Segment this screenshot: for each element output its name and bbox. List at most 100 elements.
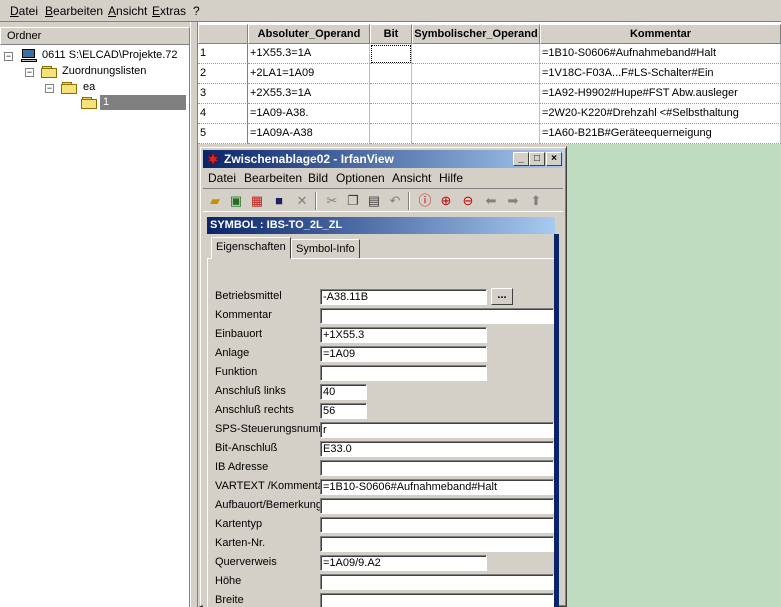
menu-help[interactable]: ? (193, 4, 200, 18)
save-icon[interactable]: ■ (270, 192, 288, 210)
irfanview-app-icon (206, 152, 220, 166)
undo-icon[interactable]: ↶ (386, 192, 404, 210)
cell-kommentar[interactable]: =1V18C-F03A...F#LS-Schalter#Ein (540, 64, 781, 84)
grid-icon[interactable]: ▦ (248, 192, 266, 210)
cell-absoluter-operand[interactable]: +2LA1=1A09 (248, 64, 370, 84)
field-bit-anschluss[interactable]: E33.0 (320, 441, 554, 457)
close-button[interactable]: × (546, 152, 562, 166)
panel-splitter[interactable] (190, 22, 198, 607)
tree-item-project[interactable]: − 0611 S:\ELCAD\Projekte.72 (0, 48, 190, 64)
back-icon[interactable]: ⬅ (482, 192, 500, 210)
cell-symbolischer-operand[interactable] (412, 64, 540, 84)
paste-icon[interactable]: ▤ (365, 192, 383, 210)
field-ib-adresse[interactable] (320, 460, 554, 476)
field-kommentar[interactable] (320, 308, 554, 324)
cell-bit[interactable] (370, 124, 412, 144)
iv-menu-ansicht[interactable]: Ansicht (392, 171, 431, 185)
cell-absoluter-operand[interactable]: =1A09A-A38 (248, 124, 370, 144)
field-breite[interactable] (320, 593, 554, 607)
tree-item-label: ea (83, 81, 96, 93)
field-karten-nr[interactable] (320, 536, 554, 552)
menu-ansicht[interactable]: Ansicht (108, 4, 147, 18)
cell-kommentar[interactable]: =1B10-S0606#Aufnahmeband#Halt (540, 44, 781, 64)
collapse-icon[interactable]: − (4, 52, 13, 61)
cell-kommentar[interactable]: =1A60-B21B#Geräteequerneigung (540, 124, 781, 144)
tree-item-zuordnungslisten[interactable]: − Zuordnungslisten (0, 64, 190, 80)
menu-bearbeiten[interactable]: Bearbeiten (45, 4, 103, 18)
column-header-kommentar[interactable]: Kommentar (540, 24, 781, 44)
field-einbauort[interactable]: +1X55.3 (320, 327, 487, 343)
cell-kommentar[interactable]: =1A92-H9902#Hupe#FST Abw.ausleger (540, 84, 781, 104)
minimize-button[interactable]: _ (513, 152, 529, 166)
info-icon[interactable]: ⓘ (416, 192, 434, 210)
iv-menu-datei[interactable]: Datei (208, 171, 236, 185)
cell-absoluter-operand[interactable]: +1X55.3=1A (248, 44, 370, 64)
table-row[interactable]: 4 =1A09-A38. =2W20-K220#Drehzahl <#Selbs… (198, 104, 781, 124)
collapse-icon[interactable]: − (45, 84, 54, 93)
forward-icon[interactable]: ➡ (504, 192, 522, 210)
table-row[interactable]: 5 =1A09A-A38 =1A60-B21B#Geräteequerneigu… (198, 124, 781, 144)
tab-eigenschaften[interactable]: Eigenschaften (211, 237, 291, 259)
cell-bit[interactable] (370, 64, 412, 84)
collapse-icon[interactable]: − (25, 68, 34, 77)
table-row[interactable]: 1 +1X55.3=1A =1B10-S0606#Aufnahmeband#Ha… (198, 44, 781, 64)
tree-item-ea[interactable]: − ea (0, 80, 190, 96)
maximize-button[interactable]: □ (529, 152, 545, 166)
cell-kommentar[interactable]: =2W20-K220#Drehzahl <#Selbsthaltung (540, 104, 781, 124)
cell-symbolischer-operand[interactable] (412, 104, 540, 124)
cell-absoluter-operand[interactable]: =1A09-A38. (248, 104, 370, 124)
table-row[interactable]: 3 +2X55.3=1A =1A92-H9902#Hupe#FST Abw.au… (198, 84, 781, 104)
dialog-edge (554, 234, 559, 607)
upload-icon[interactable]: ⬆ (527, 192, 545, 210)
irfanview-titlebar[interactable]: Zwischenablage02 - IrfanView _ □ × (203, 150, 563, 168)
open-icon[interactable]: ▰ (206, 192, 224, 210)
field-anschluss-links[interactable]: 40 (320, 384, 367, 400)
cell-symbolischer-operand[interactable] (412, 124, 540, 144)
field-sps-steuerungsnummer[interactable]: r (320, 422, 554, 438)
cell-absoluter-operand[interactable]: +2X55.3=1A (248, 84, 370, 104)
cell-bit[interactable] (370, 84, 412, 104)
browse-button[interactable]: ... (491, 288, 513, 305)
field-anlage[interactable]: =1A09 (320, 346, 487, 362)
field-vartext-kommentar[interactable]: =1B10-S0606#Aufnahmeband#Halt (320, 479, 554, 495)
zoom-in-icon[interactable]: ⊕ (437, 192, 455, 210)
cell-bit[interactable] (370, 44, 412, 64)
row-number[interactable]: 4 (198, 104, 248, 124)
cell-bit[interactable] (370, 104, 412, 124)
delete-icon[interactable]: ✕ (293, 192, 311, 210)
row-number[interactable]: 5 (198, 124, 248, 144)
cell-symbolischer-operand[interactable] (412, 84, 540, 104)
copy-icon[interactable]: ❐ (344, 192, 362, 210)
iv-menu-bild[interactable]: Bild (308, 171, 328, 185)
tree-item-1[interactable]: 1 (0, 95, 190, 111)
desktop-background (567, 144, 781, 607)
iv-menu-hilfe[interactable]: Hilfe (439, 171, 463, 185)
field-querverweis[interactable]: =1A09/9.A2 (320, 555, 487, 571)
column-header-symbolischer-operand[interactable]: Symbolischer_Operand (412, 24, 540, 44)
field-betriebsmittel[interactable]: -A38.11B (320, 289, 487, 305)
iv-menu-bearbeiten[interactable]: Bearbeiten (244, 171, 302, 185)
field-funktion[interactable] (320, 365, 487, 381)
column-header-absoluter-operand[interactable]: Absoluter_Operand (248, 24, 370, 44)
column-header-bit[interactable]: Bit (370, 24, 412, 44)
label-vartext-kommentar: VARTEXT /Kommentar (215, 480, 328, 492)
table-row[interactable]: 2 +2LA1=1A09 =1V18C-F03A...F#LS-Schalter… (198, 64, 781, 84)
menu-datei[interactable]: Datei (10, 4, 38, 18)
zoom-out-icon[interactable]: ⊖ (459, 192, 477, 210)
main-menubar: Datei Bearbeiten Ansicht Extras ? (0, 0, 781, 22)
iv-menu-optionen[interactable]: Optionen (336, 171, 385, 185)
toolbar-separator (315, 192, 317, 210)
tab-symbol-info[interactable]: Symbol-Info (291, 239, 360, 259)
field-kartentyp[interactable] (320, 517, 554, 533)
label-querverweis: Querverweis (215, 556, 277, 568)
menu-extras[interactable]: Extras (152, 4, 186, 18)
field-aufbauort-bemerkung[interactable] (320, 498, 554, 514)
field-anschluss-rechts[interactable]: 56 (320, 403, 367, 419)
row-number[interactable]: 2 (198, 64, 248, 84)
cell-symbolischer-operand[interactable] (412, 44, 540, 64)
row-number[interactable]: 1 (198, 44, 248, 64)
thumbnails-icon[interactable]: ▣ (227, 192, 245, 210)
cut-icon[interactable]: ✂ (323, 192, 341, 210)
row-number[interactable]: 3 (198, 84, 248, 104)
field-hoehe[interactable] (320, 574, 554, 590)
